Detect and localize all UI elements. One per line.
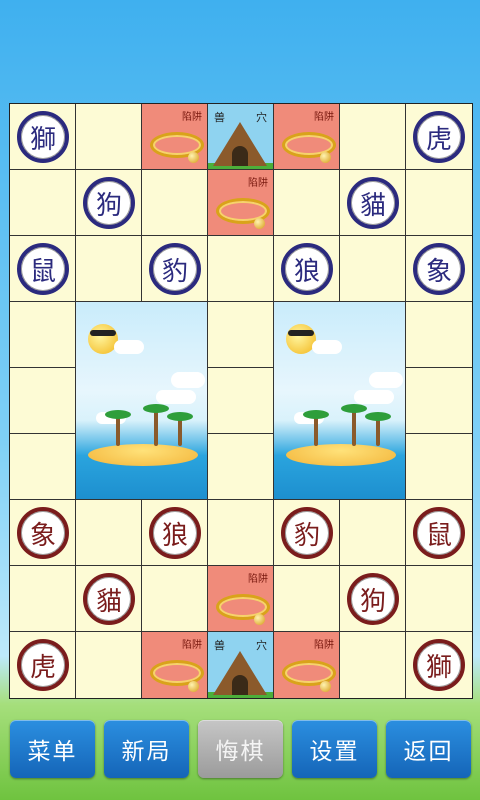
board-cell[interactable]: [10, 434, 76, 500]
board-cell[interactable]: [274, 566, 340, 632]
red-piece[interactable]: 鼠: [413, 507, 465, 559]
board-cell[interactable]: [76, 236, 142, 302]
red-piece[interactable]: 狗: [347, 573, 399, 625]
gold-ball-icon: [188, 152, 199, 163]
board-cell[interactable]: [10, 170, 76, 236]
cave-icon: [232, 146, 248, 166]
blue-piece[interactable]: 狼: [281, 243, 333, 295]
gold-ball-icon: [320, 152, 331, 163]
den-cell[interactable]: 兽穴: [208, 104, 274, 170]
board-cell[interactable]: [208, 368, 274, 434]
menu-button[interactable]: 菜单: [10, 720, 95, 778]
palm-tree-icon: [352, 408, 356, 446]
blue-piece[interactable]: 鼠: [17, 243, 69, 295]
board-cell[interactable]: [406, 434, 472, 500]
settings-button[interactable]: 设置: [292, 720, 377, 778]
cloud-icon: [171, 372, 205, 388]
board-cell[interactable]: [274, 170, 340, 236]
gold-ball-icon: [254, 218, 265, 229]
blue-piece[interactable]: 虎: [413, 111, 465, 163]
cloud-icon: [369, 372, 403, 388]
game-board[interactable]: 陷阱兽穴陷阱 陷阱 陷阱 陷阱兽穴陷阱獅虎狗貓鼠豹狼象象狼豹鼠貓狗虎獅: [9, 103, 473, 699]
board-cell[interactable]: [406, 170, 472, 236]
cloud-icon: [114, 340, 144, 354]
back-button[interactable]: 返回: [386, 720, 471, 778]
board-cell[interactable]: [76, 632, 142, 698]
blue-piece[interactable]: 狗: [83, 177, 135, 229]
new-game-button[interactable]: 新局: [104, 720, 189, 778]
blue-piece[interactable]: 豹: [149, 243, 201, 295]
palm-tree-icon: [154, 408, 158, 446]
board-cell[interactable]: [10, 368, 76, 434]
river-area[interactable]: [274, 302, 406, 500]
board-cell[interactable]: [142, 566, 208, 632]
island-icon: [286, 444, 396, 466]
palm-leaf-icon: [365, 412, 391, 421]
gold-ball-icon: [320, 681, 331, 692]
trap-cell[interactable]: 陷阱: [208, 170, 274, 236]
blue-piece[interactable]: 獅: [17, 111, 69, 163]
board-cell[interactable]: [406, 566, 472, 632]
cloud-icon: [156, 390, 196, 404]
cloud-icon: [354, 390, 394, 404]
island-icon: [88, 444, 198, 466]
undo-button[interactable]: 悔棋: [198, 720, 283, 778]
den-cell[interactable]: 兽穴: [208, 632, 274, 698]
board-cell[interactable]: [10, 302, 76, 368]
board-cell[interactable]: [208, 434, 274, 500]
palm-leaf-icon: [341, 404, 367, 413]
board-cell[interactable]: [10, 566, 76, 632]
board-cell[interactable]: [208, 302, 274, 368]
board-cell[interactable]: [208, 500, 274, 566]
red-piece[interactable]: 象: [17, 507, 69, 559]
board-cell[interactable]: [208, 236, 274, 302]
trap-cell[interactable]: 陷阱: [142, 632, 208, 698]
board-cell[interactable]: [340, 236, 406, 302]
board-cell[interactable]: [406, 302, 472, 368]
trap-label: 陷阱: [248, 178, 268, 189]
board-cell[interactable]: [76, 500, 142, 566]
sunglasses-icon: [90, 330, 116, 336]
board-cell[interactable]: [340, 632, 406, 698]
river-area[interactable]: [76, 302, 208, 500]
gold-ball-icon: [188, 681, 199, 692]
trap-cell[interactable]: 陷阱: [274, 104, 340, 170]
palm-leaf-icon: [143, 404, 169, 413]
blue-piece[interactable]: 貓: [347, 177, 399, 229]
palm-leaf-icon: [167, 412, 193, 421]
trap-label: 陷阱: [314, 640, 334, 651]
trap-label: 陷阱: [182, 112, 202, 123]
palm-leaf-icon: [105, 410, 131, 419]
board-cell[interactable]: [142, 170, 208, 236]
board-cell[interactable]: [340, 500, 406, 566]
red-piece[interactable]: 豹: [281, 507, 333, 559]
blue-piece[interactable]: 象: [413, 243, 465, 295]
trap-label: 陷阱: [248, 574, 268, 585]
gold-ball-icon: [254, 614, 265, 625]
trap-cell[interactable]: 陷阱: [274, 632, 340, 698]
trap-label: 陷阱: [182, 640, 202, 651]
red-piece[interactable]: 虎: [17, 639, 69, 691]
sunglasses-icon: [288, 330, 314, 336]
trap-cell[interactable]: 陷阱: [208, 566, 274, 632]
board-cell[interactable]: [406, 368, 472, 434]
red-piece[interactable]: 貓: [83, 573, 135, 625]
cloud-icon: [312, 340, 342, 354]
palm-leaf-icon: [303, 410, 329, 419]
board-cell[interactable]: [76, 104, 142, 170]
trap-cell[interactable]: 陷阱: [142, 104, 208, 170]
trap-label: 陷阱: [314, 112, 334, 123]
red-piece[interactable]: 狼: [149, 507, 201, 559]
cave-icon: [232, 675, 248, 695]
red-piece[interactable]: 獅: [413, 639, 465, 691]
board-cell[interactable]: [340, 104, 406, 170]
